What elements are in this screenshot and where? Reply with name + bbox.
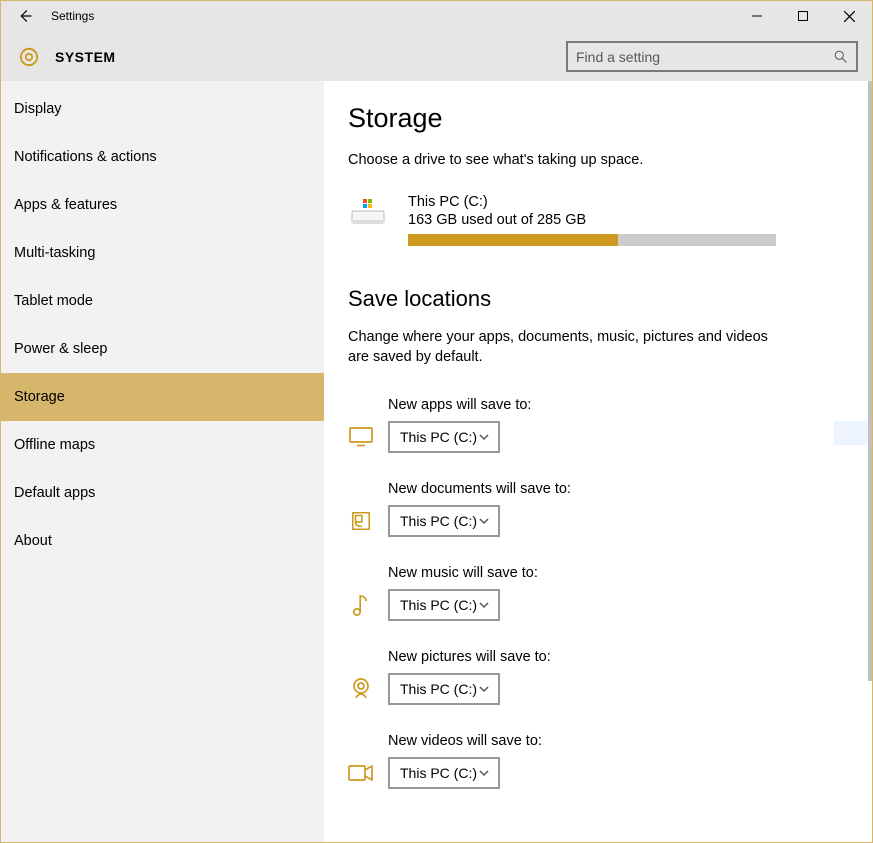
save-block-music: New music will save to: This PC (C:) (348, 565, 848, 621)
sidebar-item-label: Apps & features (14, 197, 117, 213)
back-button[interactable] (1, 1, 49, 32)
dropdown-value: This PC (C:) (400, 597, 477, 613)
documents-location-dropdown[interactable]: This PC (C:) (388, 505, 500, 537)
sidebar-item-label: Power & sleep (14, 341, 108, 357)
save-label-pictures: New pictures will save to: (388, 649, 848, 665)
sidebar: Display Notifications & actions Apps & f… (1, 81, 324, 842)
minimize-button[interactable] (734, 1, 780, 32)
settings-window: Settings (0, 0, 873, 843)
minimize-icon (752, 11, 762, 21)
sidebar-item-label: Storage (14, 389, 65, 405)
dropdown-value: This PC (C:) (400, 513, 477, 529)
dropdown-value: This PC (C:) (400, 681, 477, 697)
save-block-apps: New apps will save to: This PC (C:) (348, 397, 848, 453)
videos-location-dropdown[interactable]: This PC (C:) (388, 757, 500, 789)
save-block-videos: New videos will save to: This PC (C:) (348, 733, 848, 789)
save-label-documents: New documents will save to: (388, 481, 848, 497)
save-block-documents: New documents will save to: This PC (C:) (348, 481, 848, 537)
close-button[interactable] (826, 1, 872, 32)
storage-subtext: Choose a drive to see what's taking up s… (348, 152, 848, 168)
chevron-down-icon (478, 767, 490, 779)
sidebar-item-notifications[interactable]: Notifications & actions (1, 133, 324, 181)
maximize-icon (798, 11, 808, 21)
sidebar-item-about[interactable]: About (1, 517, 324, 565)
apps-location-dropdown[interactable]: This PC (C:) (388, 421, 500, 453)
scrollbar[interactable] (868, 81, 872, 842)
arrow-left-icon (16, 7, 34, 25)
body: Display Notifications & actions Apps & f… (1, 81, 872, 842)
drive-usage-bar (408, 234, 776, 246)
page-title: Storage (348, 103, 848, 134)
search-box[interactable] (566, 41, 858, 72)
sidebar-item-offline-maps[interactable]: Offline maps (1, 421, 324, 469)
apps-icon (348, 424, 374, 450)
window-title: Settings (49, 9, 94, 23)
drive-c-icon (348, 196, 388, 230)
save-label-music: New music will save to: (388, 565, 848, 581)
save-label-videos: New videos will save to: (388, 733, 848, 749)
settings-gear-icon[interactable] (15, 43, 43, 71)
maximize-button[interactable] (780, 1, 826, 32)
sidebar-item-label: Tablet mode (14, 293, 93, 309)
sidebar-item-label: Offline maps (14, 437, 95, 453)
sidebar-item-label: Notifications & actions (14, 149, 157, 165)
pictures-location-dropdown[interactable]: This PC (C:) (388, 673, 500, 705)
chevron-down-icon (478, 515, 490, 527)
chevron-down-icon (478, 431, 490, 443)
close-icon (844, 11, 855, 22)
sidebar-item-label: About (14, 533, 52, 549)
documents-icon (348, 508, 374, 534)
drive-row[interactable]: This PC (C:) 163 GB used out of 285 GB (348, 194, 848, 246)
scrollbar-thumb[interactable] (868, 81, 872, 681)
chevron-down-icon (478, 599, 490, 611)
save-locations-title: Save locations (348, 286, 848, 312)
music-icon (348, 592, 374, 618)
drive-usage-fill (408, 234, 618, 246)
music-location-dropdown[interactable]: This PC (C:) (388, 589, 500, 621)
sidebar-item-label: Multi-tasking (14, 245, 95, 261)
sidebar-item-label: Display (14, 101, 62, 117)
drive-name: This PC (C:) (408, 194, 848, 210)
dropdown-value: This PC (C:) (400, 429, 477, 445)
pictures-icon (348, 676, 374, 702)
videos-icon (348, 760, 374, 786)
content: Storage Choose a drive to see what's tak… (324, 81, 872, 842)
titlebar: Settings (1, 1, 872, 32)
chevron-down-icon (478, 683, 490, 695)
save-label-apps: New apps will save to: (388, 397, 848, 413)
drive-usage: 163 GB used out of 285 GB (408, 212, 848, 228)
save-block-pictures: New pictures will save to: This PC (C:) (348, 649, 848, 705)
gear-icon (17, 45, 41, 69)
section-title: SYSTEM (55, 49, 116, 65)
sidebar-item-display[interactable]: Display (1, 85, 324, 133)
save-locations-desc: Change where your apps, documents, music… (348, 328, 788, 367)
sidebar-item-multitasking[interactable]: Multi-tasking (1, 229, 324, 277)
sidebar-item-apps-features[interactable]: Apps & features (1, 181, 324, 229)
sidebar-item-default-apps[interactable]: Default apps (1, 469, 324, 517)
drive-info: This PC (C:) 163 GB used out of 285 GB (408, 194, 848, 246)
dropdown-value: This PC (C:) (400, 765, 477, 781)
sidebar-item-power-sleep[interactable]: Power & sleep (1, 325, 324, 373)
sidebar-item-tablet-mode[interactable]: Tablet mode (1, 277, 324, 325)
search-icon[interactable] (824, 49, 856, 64)
sidebar-item-label: Default apps (14, 485, 95, 501)
search-input[interactable] (568, 49, 824, 65)
header: SYSTEM (1, 32, 872, 81)
sidebar-item-storage[interactable]: Storage (1, 373, 324, 421)
